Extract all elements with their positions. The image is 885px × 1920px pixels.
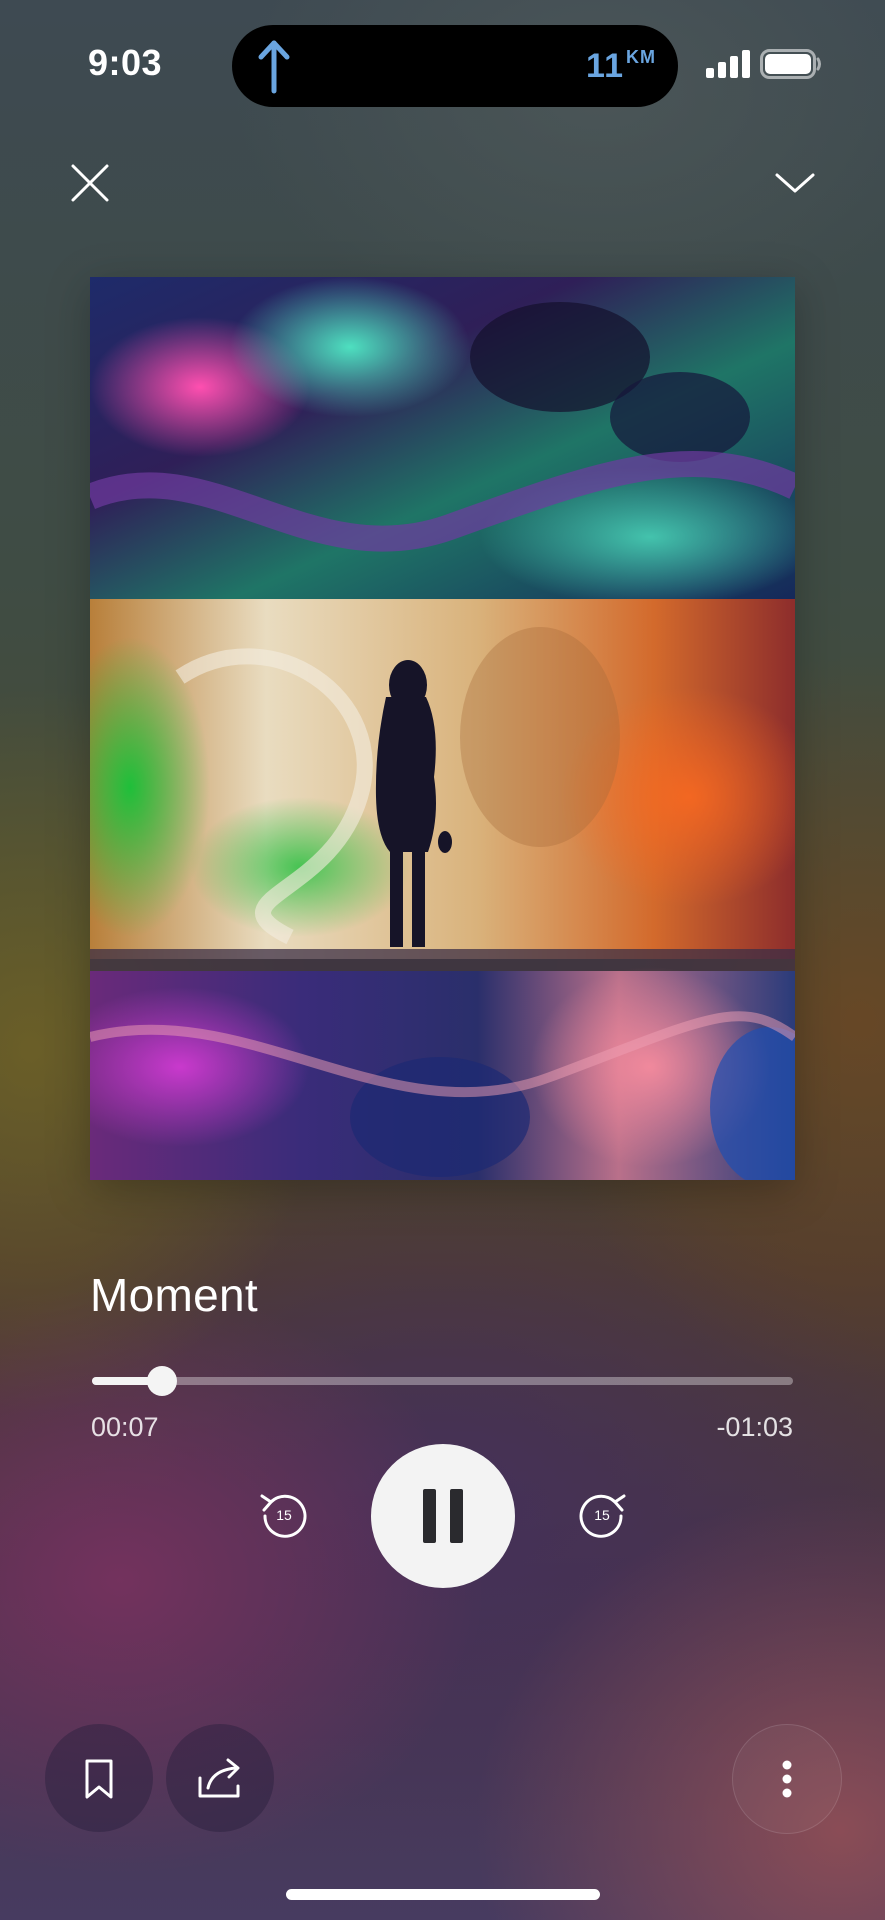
status-time: 9:03 <box>88 42 163 83</box>
forward-seconds: 15 <box>594 1507 610 1523</box>
album-artwork <box>90 277 795 1180</box>
home-indicator[interactable] <box>286 1889 600 1900</box>
cellular-signal-icon <box>706 50 750 78</box>
rewind-15-button[interactable]: 15 <box>256 1490 312 1546</box>
pause-button[interactable] <box>371 1444 515 1588</box>
progress-slider[interactable] <box>92 1366 793 1396</box>
navigation-distance: 11 KM <box>586 47 656 85</box>
distance-unit: KM <box>626 47 656 67</box>
remaining-time: -01:03 <box>716 1412 793 1442</box>
elapsed-time: 00:07 <box>91 1412 159 1442</box>
share-button[interactable] <box>166 1724 274 1832</box>
chevron-down-icon[interactable] <box>774 168 816 198</box>
bookmark-button[interactable] <box>45 1724 153 1832</box>
progress-thumb[interactable] <box>147 1366 178 1396</box>
forward-15-button[interactable]: 15 <box>574 1490 630 1546</box>
arrow-up-icon <box>258 40 290 94</box>
more-options-button[interactable] <box>732 1724 842 1834</box>
dynamic-island-navigation[interactable]: 11 KM <box>232 25 678 107</box>
more-vertical-icon <box>782 1760 792 1798</box>
track-title: Moment <box>90 1269 258 1321</box>
rewind-seconds: 15 <box>276 1507 292 1523</box>
battery-icon <box>760 49 821 79</box>
close-icon[interactable] <box>70 163 110 203</box>
share-icon <box>198 1758 240 1798</box>
bookmark-icon <box>85 1759 113 1799</box>
